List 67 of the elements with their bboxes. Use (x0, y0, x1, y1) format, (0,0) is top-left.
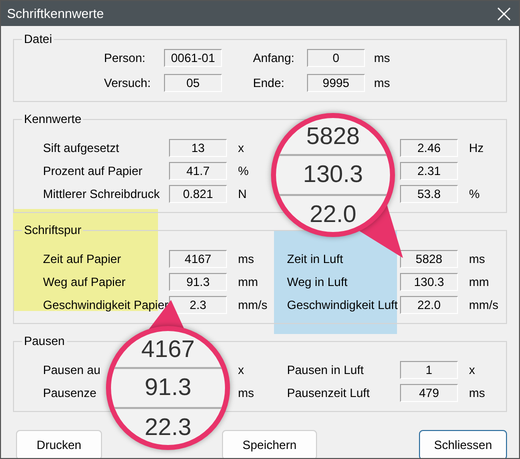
unit-label: ms (469, 386, 485, 400)
dialog-button[interactable]: Schliessen (419, 430, 507, 458)
value-field: 0061-01 (164, 49, 222, 67)
value-field: 22.0 (400, 296, 458, 314)
field-label: Pausenzeit Luft (287, 386, 370, 400)
magnified-value: 4167 (141, 338, 195, 362)
unit-label: ms (238, 252, 254, 266)
group-title: Schriftspur (23, 223, 82, 238)
unit-label: ms (374, 51, 390, 65)
magnified-value: 5828 (306, 125, 360, 149)
field-label: Geschwindigkeit Luft (287, 298, 398, 312)
value-field: 0.821 (169, 185, 227, 203)
unit-label: ms (374, 76, 390, 90)
unit-label: N (238, 187, 247, 201)
value-field: 130.3 (400, 273, 458, 291)
value-field: 13 (169, 139, 227, 157)
magnified-value: 22.3 (144, 416, 192, 440)
unit-label: x (238, 141, 244, 155)
field-label: Pausen in Luft (287, 363, 364, 377)
value-field: 41.7 (169, 162, 227, 180)
group-title: Datei (23, 32, 54, 47)
value-field: 2.31 (400, 162, 458, 180)
field-label: Person: (104, 51, 146, 65)
value-field: 479 (400, 384, 458, 402)
unit-label: % (238, 164, 249, 178)
value-field: 5828 (400, 250, 458, 268)
unit-label: Hz (469, 141, 484, 155)
unit-label: % (469, 187, 480, 201)
unit-label: mm (469, 275, 489, 289)
value-field: 05 (164, 74, 222, 92)
field-label: Sift aufgesetzt (43, 141, 120, 155)
magnified-value: 22.0 (310, 203, 356, 227)
value-field: 0 (307, 49, 365, 67)
group-title: Kennwerte (23, 112, 82, 127)
field-label: Weg auf Papier (43, 275, 126, 289)
unit-label: ms (469, 252, 485, 266)
field-label: Zeit auf Papier (43, 252, 122, 266)
value-field: 1 (400, 361, 458, 379)
field-label: Pausenze (43, 386, 96, 400)
field-label: Prozent auf Papier (43, 164, 142, 178)
unit-label: x (238, 363, 244, 377)
value-field: 53.8 (400, 185, 458, 203)
dialog-button[interactable]: Speichern (222, 430, 317, 458)
field-label: Versuch: (104, 76, 151, 90)
field-label: Geschwindigkeit Papier (43, 298, 168, 312)
magnified-value: 91.3 (144, 376, 192, 400)
value-field: 4167 (169, 250, 227, 268)
field-label: Ende: (253, 76, 284, 90)
unit-label: x (469, 363, 475, 377)
unit-label: mm/s (469, 298, 498, 312)
value-field: 91.3 (169, 273, 227, 291)
field-label: Anfang: (253, 51, 294, 65)
value-field: 9995 (307, 74, 365, 92)
field-label: Zeit in Luft (287, 252, 344, 266)
magnified-value: 130.3 (302, 163, 364, 187)
window-title: Schriftkennwerte (7, 4, 104, 23)
value-field: 2.3 (169, 296, 227, 314)
dialog-button[interactable]: Drucken (16, 430, 102, 458)
value-field: 2.46 (400, 139, 458, 157)
close-icon[interactable] (497, 6, 511, 20)
unit-label: mm (238, 275, 258, 289)
unit-label: mm/s (238, 298, 268, 312)
field-label: Mittlerer Schreibdruck (43, 187, 160, 201)
group-title: Pausen (23, 334, 66, 349)
field-label: Weg in Luft (287, 275, 348, 289)
field-label: Pausen au (43, 363, 100, 377)
unit-label: ms (238, 386, 254, 400)
